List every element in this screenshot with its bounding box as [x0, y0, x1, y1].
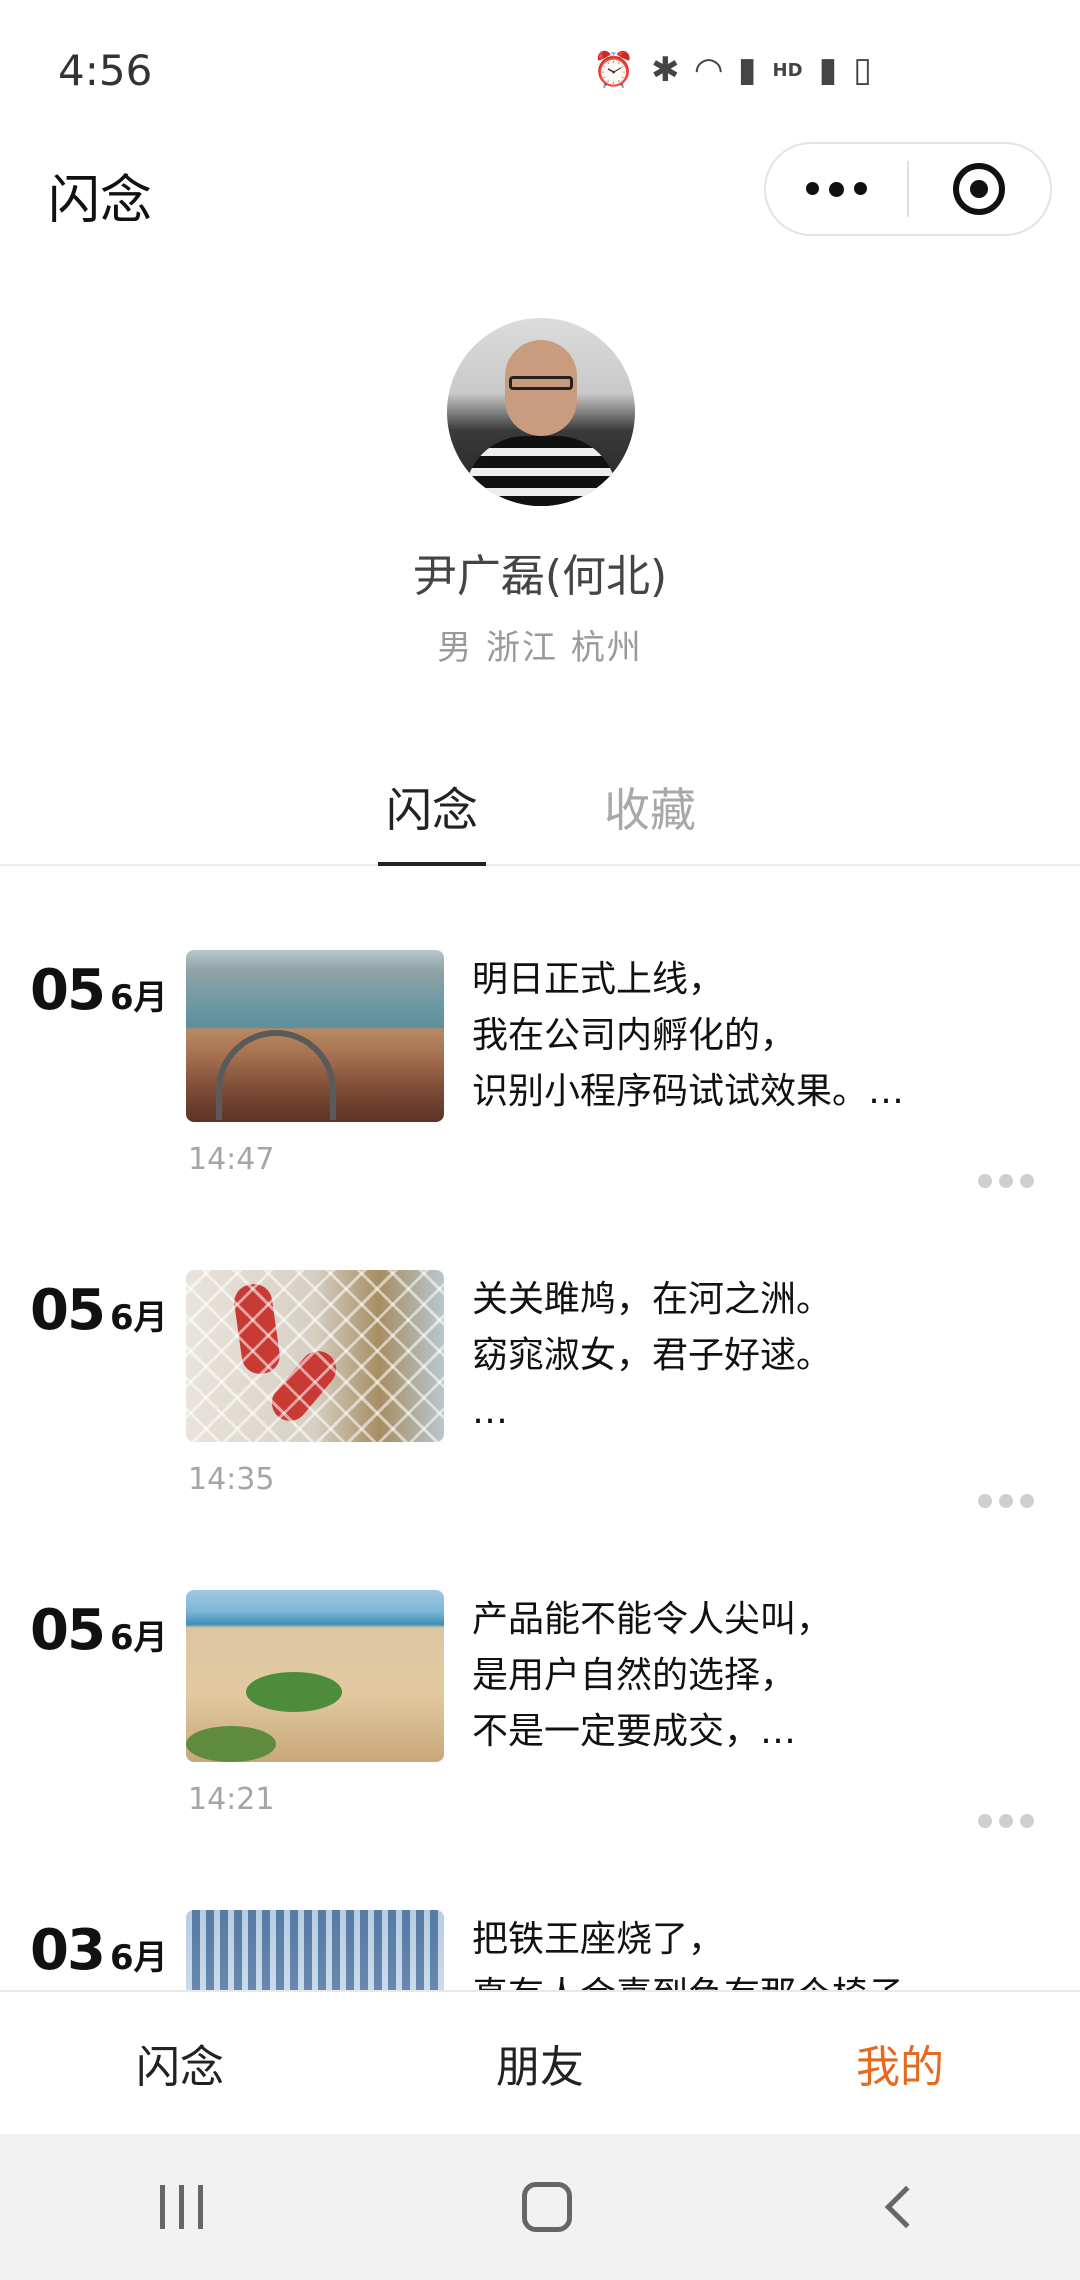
post-date: 05 6月 [30, 1278, 168, 1343]
list-item[interactable]: 03 6月 把铁王座烧了， 真有人会喜到负有那个椅子 [0, 1828, 1080, 1990]
post-thumbnail[interactable] [186, 950, 444, 1122]
bottom-tab-flash[interactable]: 闪念 [0, 1992, 360, 2134]
recents-icon[interactable] [159, 2185, 203, 2229]
post-month: 6月 [109, 1938, 168, 1978]
list-item[interactable]: 05 6月 产品能不能令人尖叫， 是用户自然的选择， 不是一定要成交，… 14:… [0, 1508, 1080, 1828]
bottom-tab-friends[interactable]: 朋友 [360, 1992, 720, 2134]
post-month: 6月 [109, 978, 168, 1018]
close-miniprogram-button[interactable] [909, 144, 1050, 234]
post-date: 03 6月 [30, 1918, 168, 1983]
target-icon [953, 163, 1006, 215]
profile-name: 尹广磊(何北) [412, 551, 668, 602]
post-thumbnail[interactable] [186, 1270, 444, 1442]
status-bar: 4:56 ⏰ ✱ ◠ ▮ HD ▮ ▯ [0, 0, 1080, 140]
signal-4g-icon: ▮ [818, 50, 838, 90]
active-tab-indicator [378, 862, 486, 866]
post-month: 6月 [109, 1298, 168, 1338]
status-icons: ⏰ ✱ ◠ ▮ HD ▮ ▯ [593, 50, 872, 90]
list-item[interactable]: 05 6月 关关雎鸠，在河之洲。 窈窕淑女，君子好逑。 … 14:35 [0, 1188, 1080, 1508]
more-options-icon[interactable] [978, 1174, 1034, 1188]
post-time: 14:21 [188, 1782, 275, 1817]
post-time: 14:35 [188, 1462, 275, 1497]
profile-tabs: 闪念 收藏 [0, 760, 1080, 866]
post-thumbnail[interactable] [186, 1590, 444, 1762]
post-feed: 05 6月 明日正式上线， 我在公司内孵化的， 识别小程序码试试效果。… 14:… [0, 868, 1080, 1990]
post-time: 14:47 [188, 1142, 275, 1177]
back-icon[interactable] [884, 2185, 927, 2229]
bottom-tab-mine[interactable]: 我的 [720, 1992, 1080, 2134]
page: 4:56 ⏰ ✱ ◠ ▮ HD ▮ ▯ 闪念 尹广磊(何北) 男 浙江 杭州 闪… [0, 0, 1080, 2280]
post-text: 明日正式上线， 我在公司内孵化的， 识别小程序码试试效果。… [472, 959, 905, 1112]
page-title: 闪念 [48, 171, 153, 231]
more-options-icon[interactable] [978, 1494, 1034, 1508]
post-date: 05 6月 [30, 958, 168, 1023]
post-day: 05 [30, 1278, 106, 1343]
post-day: 05 [30, 1598, 106, 1663]
more-menu-button[interactable] [766, 144, 907, 234]
alarm-icon: ⏰ [592, 50, 636, 90]
bottom-tab-bar: 闪念 朋友 我的 [0, 1990, 1080, 2134]
hd-icon: HD [772, 59, 803, 81]
post-text: 把铁王座烧了， 真有人会喜到负有那个椅子 [472, 1919, 904, 1990]
title-bar: 闪念 [0, 140, 1080, 240]
post-thumbnail[interactable] [186, 1910, 444, 1990]
avatar[interactable] [447, 318, 635, 506]
home-icon[interactable] [521, 2182, 572, 2232]
post-day: 05 [30, 958, 106, 1023]
system-nav-bar [0, 2134, 1080, 2280]
post-month: 6月 [109, 1618, 168, 1658]
tab-flash-thoughts[interactable]: 闪念 [386, 774, 478, 840]
wifi-icon: ◠ [695, 50, 722, 90]
more-dots-icon [806, 181, 867, 197]
mini-program-capsule [764, 142, 1052, 236]
status-time: 4:56 [58, 45, 153, 95]
battery-charging-icon: ▯ [853, 50, 872, 90]
profile-meta: 男 浙江 杭州 [437, 628, 643, 668]
tab-favorites[interactable]: 收藏 [604, 774, 696, 840]
post-text: 关关雎鸠，在河之洲。 窈窕淑女，君子好逑。 … [472, 1279, 833, 1432]
list-item[interactable]: 05 6月 明日正式上线， 我在公司内孵化的， 识别小程序码试试效果。… 14:… [0, 868, 1080, 1188]
post-date: 05 6月 [30, 1598, 168, 1663]
post-day: 03 [30, 1918, 106, 1983]
signal-4g-icon: ▮ [737, 50, 757, 90]
bluetooth-icon: ✱ [651, 50, 680, 90]
post-text: 产品能不能令人尖叫， 是用户自然的选择， 不是一定要成交，… [472, 1599, 833, 1752]
more-options-icon[interactable] [978, 1814, 1034, 1828]
